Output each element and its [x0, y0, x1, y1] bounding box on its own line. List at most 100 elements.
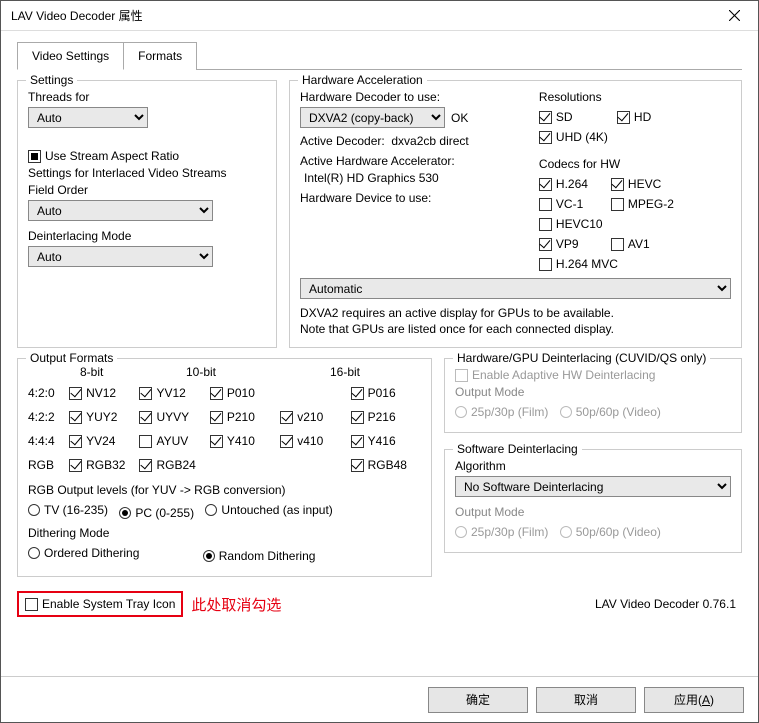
format-rgb24-checkbox[interactable]: RGB24: [139, 458, 209, 472]
hw-device-select[interactable]: Automatic: [300, 278, 731, 299]
close-button[interactable]: [714, 2, 754, 30]
checkbox-icon: [139, 459, 152, 472]
format-yuy2-checkbox[interactable]: YUY2: [69, 410, 139, 424]
hw-deint-film-radio: 25p/30p (Film): [455, 405, 548, 419]
field-order-select[interactable]: Auto: [28, 200, 213, 221]
sw-deint-legend: Software Deinterlacing: [453, 442, 582, 456]
codec-vc1-checkbox[interactable]: VC-1: [539, 197, 611, 211]
rgb-pc-radio[interactable]: PC (0-255): [119, 506, 194, 520]
format-y410-checkbox[interactable]: Y410: [210, 434, 280, 448]
radio-icon: [203, 550, 215, 562]
format-row: 4:2:0NV12YV12P010P016: [28, 383, 421, 403]
codec-hevc-checkbox[interactable]: HEVC: [611, 177, 683, 191]
active-accel-label: Active Hardware Accelerator:: [300, 154, 521, 168]
tab-video-settings[interactable]: Video Settings: [17, 42, 124, 70]
hw-deint-legend: Hardware/GPU Deinterlacing (CUVID/QS onl…: [453, 351, 710, 365]
res-hd-checkbox[interactable]: HD: [617, 110, 687, 124]
hw-deint-video-radio: 50p/60p (Video): [560, 405, 661, 419]
sw-deint-film-radio: 25p/30p (Film): [455, 525, 548, 539]
sw-algo-select[interactable]: No Software Deinterlacing: [455, 476, 731, 497]
content: Video Settings Formats Settings Threads …: [1, 31, 758, 617]
checkbox-icon: [611, 238, 624, 251]
format-nv12-checkbox[interactable]: NV12: [69, 386, 139, 400]
apply-button[interactable]: 应用(A): [644, 687, 744, 713]
deint-mode-select[interactable]: Auto: [28, 246, 213, 267]
active-accel-value: Intel(R) HD Graphics 530: [304, 171, 521, 185]
hw-decoder-select[interactable]: DXVA2 (copy-back): [300, 107, 445, 128]
stream-aspect-checkbox[interactable]: Use Stream Aspect Ratio: [28, 149, 266, 163]
checkbox-icon: [139, 411, 152, 424]
codec-vp9-checkbox[interactable]: VP9: [539, 237, 611, 251]
res-sd-checkbox[interactable]: SD: [539, 110, 609, 124]
ok-button[interactable]: 确定: [428, 687, 528, 713]
threads-select[interactable]: Auto: [28, 107, 148, 128]
settings-legend: Settings: [26, 73, 77, 87]
checkbox-icon: [539, 258, 552, 271]
radio-icon: [28, 504, 40, 516]
format-row: 4:2:2YUY2UYVYP210v210P216: [28, 407, 421, 427]
format-yv24-checkbox[interactable]: YV24: [69, 434, 139, 448]
codec-hevc10-checkbox[interactable]: HEVC10: [539, 217, 611, 231]
dialog-window: LAV Video Decoder 属性 Video Settings Form…: [0, 0, 759, 723]
dither-ordered-radio[interactable]: Ordered Dithering: [28, 546, 139, 560]
rgb-untouched-radio[interactable]: Untouched (as input): [205, 503, 332, 517]
codec-h264mvc-checkbox[interactable]: H.264 MVC: [539, 257, 625, 271]
sw-deint-group: Software Deinterlacing Algorithm No Soft…: [444, 449, 742, 553]
checkbox-icon: [539, 198, 552, 211]
resolutions-grid: SD HD UHD (4K): [539, 107, 731, 147]
checkbox-icon: [69, 387, 82, 400]
radio-icon: [560, 406, 572, 418]
res-uhd-checkbox[interactable]: UHD (4K): [539, 130, 608, 144]
codec-av1-checkbox[interactable]: AV1: [611, 237, 683, 251]
codec-mpeg2-checkbox[interactable]: MPEG-2: [611, 197, 683, 211]
checkbox-icon: [539, 131, 552, 144]
format-row: RGBRGB32RGB24RGB48: [28, 455, 421, 475]
codecs-label: Codecs for HW: [539, 157, 731, 171]
codec-h264-checkbox[interactable]: H.264: [539, 177, 611, 191]
resolutions-label: Resolutions: [539, 90, 731, 104]
hw-note: DXVA2 requires an active display for GPU…: [300, 305, 731, 337]
format-p016-checkbox[interactable]: P016: [351, 386, 421, 400]
radio-icon: [455, 526, 467, 538]
tray-icon-checkbox[interactable]: Enable System Tray Icon: [25, 597, 175, 611]
checkbox-icon: [69, 459, 82, 472]
sw-deint-video-radio: 50p/60p (Video): [560, 525, 661, 539]
hw-deint-output-label: Output Mode: [455, 385, 731, 399]
checkbox-icon: [611, 198, 624, 211]
format-ayuv-checkbox[interactable]: AYUV: [139, 434, 209, 448]
adaptive-hw-deint-checkbox: Enable Adaptive HW Deinterlacing: [455, 368, 731, 382]
format-yv12-checkbox[interactable]: YV12: [139, 386, 209, 400]
format-row-label: 4:2:2: [28, 410, 69, 424]
radio-icon: [455, 406, 467, 418]
radio-icon: [205, 504, 217, 516]
checkbox-icon: [351, 459, 364, 472]
checkbox-icon: [539, 238, 552, 251]
tray-icon-highlight: Enable System Tray Icon: [17, 591, 183, 617]
hw-device-label: Hardware Device to use:: [300, 191, 521, 205]
format-row: 4:4:4YV24AYUVY410v410Y416: [28, 431, 421, 451]
format-v410-checkbox[interactable]: v410: [280, 434, 350, 448]
dither-random-radio[interactable]: Random Dithering: [203, 549, 316, 563]
rgb-levels-label: RGB Output levels (for YUV -> RGB conver…: [28, 483, 421, 497]
cancel-button[interactable]: 取消: [536, 687, 636, 713]
format-row-label: 4:4:4: [28, 434, 69, 448]
format-rgb48-checkbox[interactable]: RGB48: [351, 458, 421, 472]
field-order-label: Field Order: [28, 183, 266, 197]
settings-group: Settings Threads for Auto Use Stream Asp…: [17, 80, 277, 348]
format-y416-checkbox[interactable]: Y416: [351, 434, 421, 448]
format-p210-checkbox[interactable]: P210: [210, 410, 280, 424]
checkbox-icon: [280, 411, 293, 424]
dither-label: Dithering Mode: [28, 526, 421, 540]
format-rgb32-checkbox[interactable]: RGB32: [69, 458, 139, 472]
annotation-note: 此处取消勾选: [191, 594, 281, 615]
checkbox-icon: [539, 178, 552, 191]
format-p010-checkbox[interactable]: P010: [210, 386, 280, 400]
rgb-tv-radio[interactable]: TV (16-235): [28, 503, 108, 517]
format-p216-checkbox[interactable]: P216: [351, 410, 421, 424]
checkbox-icon: [139, 435, 152, 448]
format-uyvy-checkbox[interactable]: UYVY: [139, 410, 209, 424]
checkbox-icon: [210, 387, 223, 400]
tab-formats[interactable]: Formats: [123, 42, 197, 70]
threads-label: Threads for: [28, 90, 266, 104]
format-v210-checkbox[interactable]: v210: [280, 410, 350, 424]
